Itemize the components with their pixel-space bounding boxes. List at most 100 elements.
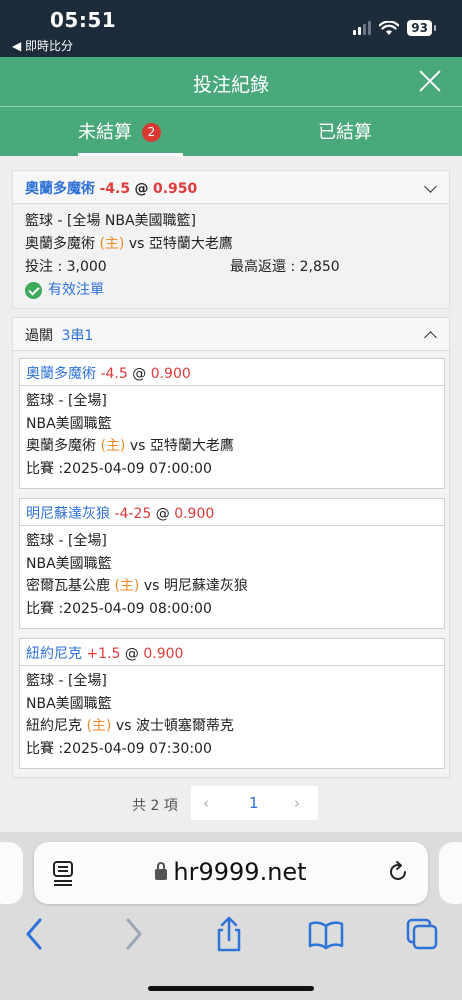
- vs-label: vs: [143, 578, 160, 594]
- bet-card-single: 奧蘭多魔術 -4.5 @ 0.950 籃球 - [全場 NBA美國職籃] 奧蘭多…: [12, 170, 450, 309]
- share-icon[interactable]: [213, 914, 245, 954]
- url-text: hr9999.net: [173, 858, 307, 886]
- leg-league: NBA美國職籃: [26, 415, 112, 432]
- max-return: 最高返還 : 2,850: [230, 259, 340, 275]
- leg-matchup: 密爾瓦基公鹿 (主) vs 明尼蘇達灰狼: [26, 575, 438, 598]
- home-team: 奧蘭多魔術: [25, 236, 95, 252]
- reload-icon[interactable]: [386, 860, 410, 884]
- page-title: 投注紀錄: [192, 74, 269, 96]
- leg-header: 明尼蘇達灰狼 -4-25 @ 0.900: [20, 499, 444, 526]
- home-tag: (主): [100, 438, 126, 454]
- home-tag: (主): [99, 236, 125, 252]
- leg-handicap: -4.5: [100, 366, 128, 382]
- browser-toolbar: hr9999.net: [0, 832, 462, 1000]
- home-team: 密爾瓦基公鹿: [26, 578, 110, 594]
- at-symbol: @: [132, 366, 147, 382]
- parlay-header[interactable]: 過關 3串1: [13, 318, 449, 351]
- bet-selection-team: 奧蘭多魔術: [25, 181, 95, 197]
- pager-controls: ‹ 1 ›: [191, 786, 318, 820]
- total-count: 共 2 項: [132, 798, 178, 814]
- away-team: 明尼蘇達灰狼: [163, 578, 248, 594]
- tabs-icon[interactable]: [404, 914, 440, 954]
- at-symbol: @: [124, 646, 139, 662]
- bet-status-label: 有效注單: [48, 282, 104, 298]
- previous-tab-preview[interactable]: [0, 842, 23, 904]
- pagination: 共 2 項 ‹ 1 ›: [0, 786, 462, 820]
- leg-match-time: 比賽 :2025-04-09 07:00:00: [26, 460, 212, 477]
- bookmarks-icon[interactable]: [307, 914, 345, 954]
- leg-header: 奧蘭多魔術 -4.5 @ 0.900: [20, 359, 444, 386]
- bet-amounts: 投注 : 3,000 最高返還 : 2,850: [25, 256, 437, 279]
- leg-body: 籃球 - [全場] NBA美國職籃 密爾瓦基公鹿 (主) vs 明尼蘇達灰狼 比…: [20, 526, 444, 624]
- away-team: 亞特蘭大老鷹: [149, 438, 234, 454]
- bet-handicap: -4.5: [99, 181, 131, 197]
- leg-league: NBA美國職籃: [26, 695, 112, 712]
- away-team: 波士頓塞爾蒂克: [135, 718, 234, 734]
- leg-odds: 0.900: [143, 646, 184, 662]
- leg-matchup: 奧蘭多魔術 (主) vs 亞特蘭大老鷹: [26, 435, 438, 458]
- battery-indicator: 93: [407, 20, 436, 36]
- vs-label: vs: [115, 718, 132, 734]
- close-icon[interactable]: [416, 67, 444, 95]
- prev-page-button[interactable]: ‹: [203, 794, 209, 812]
- home-tag: (主): [114, 578, 140, 594]
- home-indicator[interactable]: [148, 986, 314, 991]
- next-tab-preview[interactable]: [439, 842, 462, 904]
- away-team: 亞特蘭大老鷹: [148, 236, 233, 252]
- wifi-icon: [379, 20, 400, 35]
- chevron-up-icon[interactable]: [424, 331, 437, 344]
- vs-label: vs: [129, 438, 146, 454]
- leg-body: 籃球 - [全場] NBA美國職籃 紐約尼克 (主) vs 波士頓塞爾蒂克 比賽…: [20, 666, 444, 764]
- leg-match-time: 比賽 :2025-04-09 08:00:00: [26, 600, 212, 617]
- leg-matchup: 紐約尼克 (主) vs 波士頓塞爾蒂克: [26, 715, 438, 738]
- check-circle-icon: [25, 282, 42, 299]
- parlay-leg: 明尼蘇達灰狼 -4-25 @ 0.900 籃球 - [全場] NBA美國職籃 密…: [19, 498, 445, 629]
- parlay-leg: 奧蘭多魔術 -4.5 @ 0.900 籃球 - [全場] NBA美國職籃 奧蘭多…: [19, 358, 445, 489]
- lock-icon: [155, 862, 168, 880]
- at-symbol: @: [134, 181, 149, 197]
- leg-league: NBA美國職籃: [26, 555, 112, 572]
- tab-unsettled-label: 未結算: [78, 122, 132, 143]
- leg-sport: 籃球 - [全場]: [26, 673, 107, 689]
- leg-odds: 0.900: [150, 366, 191, 382]
- leg-header: 紐約尼克 +1.5 @ 0.900: [20, 639, 444, 666]
- leg-sport: 籃球 - [全場]: [26, 533, 107, 549]
- home-team: 奧蘭多魔術: [26, 438, 96, 454]
- leg-body: 籃球 - [全場] NBA美國職籃 奧蘭多魔術 (主) vs 亞特蘭大老鷹 比賽…: [20, 386, 444, 484]
- leg-team: 明尼蘇達灰狼: [26, 506, 110, 522]
- parlay-leg: 紐約尼克 +1.5 @ 0.900 籃球 - [全場] NBA美國職籃 紐約尼克…: [19, 638, 445, 769]
- leg-odds: 0.900: [174, 506, 215, 522]
- parlay-label: 過關: [25, 328, 53, 344]
- vs-label: vs: [128, 236, 145, 252]
- leg-sport: 籃球 - [全場]: [26, 393, 107, 409]
- bet-card-parlay: 過關 3串1 奧蘭多魔術 -4.5 @ 0.900 籃球 - [全場] NBA美…: [12, 317, 450, 778]
- status-time: 05:51: [50, 8, 117, 32]
- home-tag: (主): [86, 718, 112, 734]
- home-team: 紐約尼克: [26, 718, 82, 734]
- bet-card-header[interactable]: 奧蘭多魔術 -4.5 @ 0.950: [13, 171, 449, 204]
- active-tab-indicator: [78, 153, 183, 156]
- forward-arrow-icon[interactable]: [122, 914, 146, 954]
- leg-handicap: -4-25: [114, 506, 152, 522]
- chevron-down-icon[interactable]: [424, 180, 437, 193]
- bet-sport: 籃球 - [全場 NBA美國職籃]: [25, 213, 196, 229]
- bet-odds: 0.950: [152, 181, 198, 197]
- tab-unsettled[interactable]: 未結算 2: [78, 118, 183, 156]
- url-display[interactable]: hr9999.net: [34, 858, 428, 886]
- current-page[interactable]: 1: [249, 794, 259, 812]
- bet-matchup: 奧蘭多魔術 (主) vs 亞特蘭大老鷹: [25, 233, 437, 256]
- leg-team: 紐約尼克: [26, 646, 82, 662]
- back-to-app-link[interactable]: ◀ 即時比分: [12, 37, 73, 54]
- status-icons: 93: [353, 20, 436, 36]
- page-header: 投注紀錄: [0, 57, 462, 107]
- bet-card-body: 籃球 - [全場 NBA美國職籃] 奧蘭多魔術 (主) vs 亞特蘭大老鷹 投注…: [13, 204, 449, 308]
- parlay-type: 3串1: [61, 328, 94, 344]
- tab-settled[interactable]: 已結算: [318, 118, 372, 144]
- bet-status: 有效注單: [25, 279, 437, 302]
- back-arrow-icon[interactable]: [22, 914, 46, 954]
- next-page-button[interactable]: ›: [294, 794, 300, 812]
- leg-match-time: 比賽 :2025-04-09 07:30:00: [26, 740, 212, 757]
- unsettled-count-badge: 2: [142, 123, 161, 142]
- leg-team: 奧蘭多魔術: [26, 366, 96, 382]
- address-bar[interactable]: hr9999.net: [34, 842, 428, 904]
